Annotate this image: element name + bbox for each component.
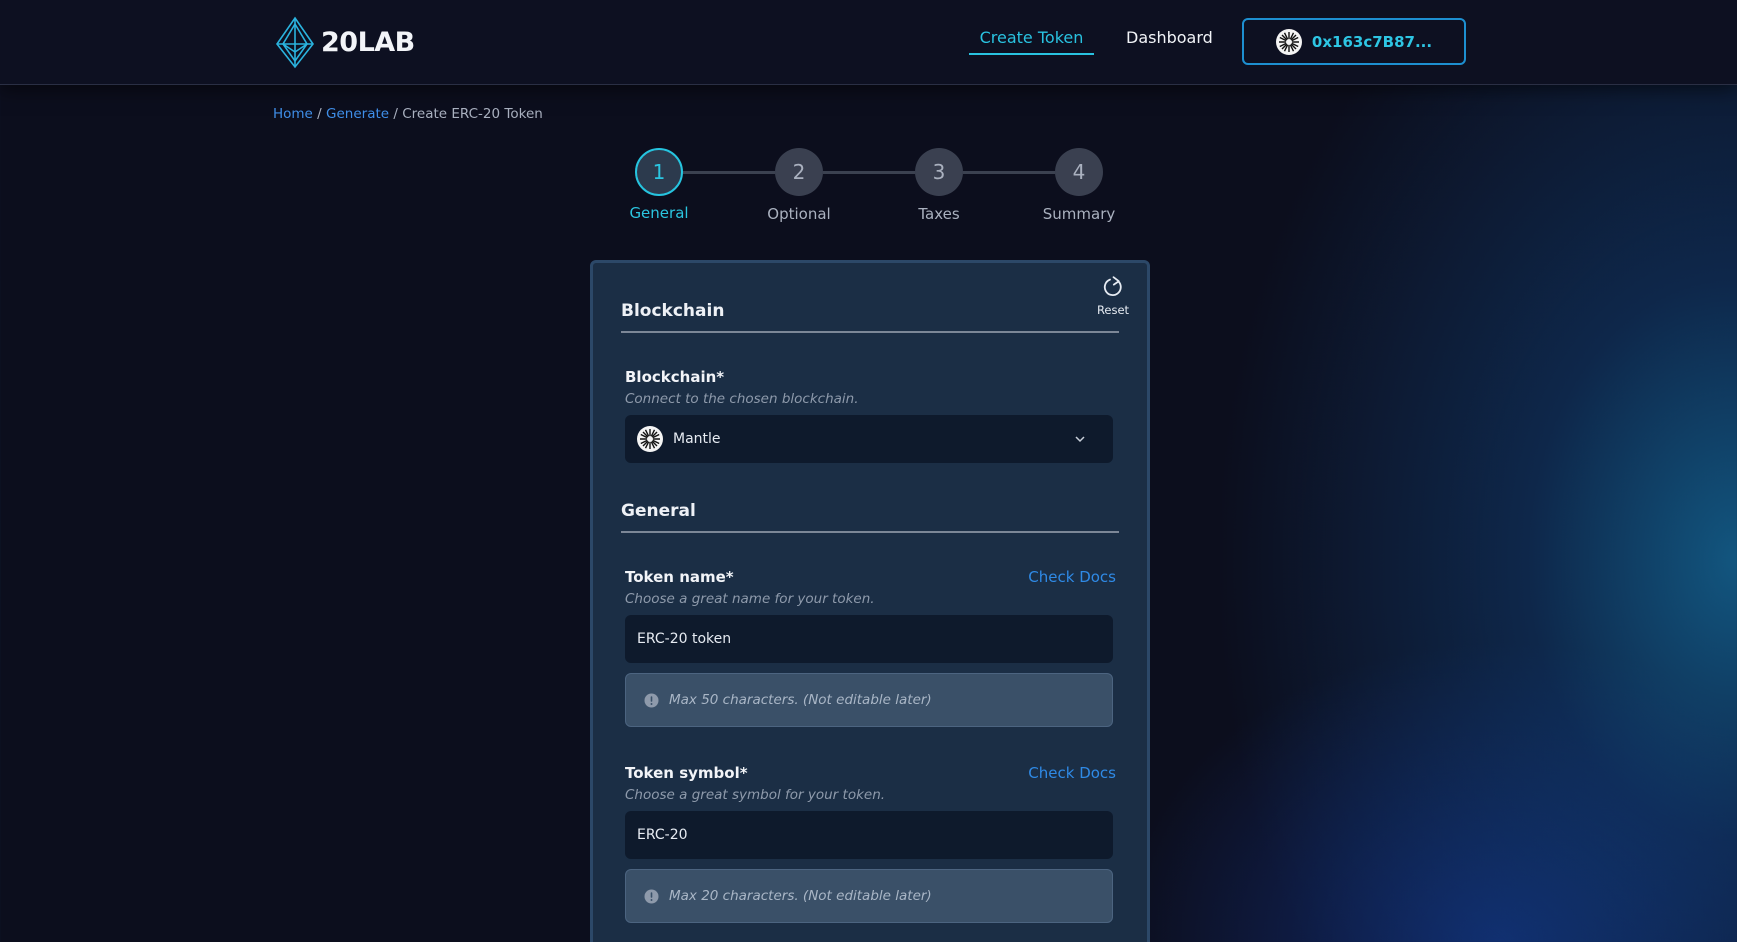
token-name-help: Choose a great name for your token. [625, 591, 875, 607]
breadcrumb-generate[interactable]: Generate [326, 106, 389, 122]
token-symbol-help: Choose a great symbol for your token. [625, 787, 886, 803]
nav-create-token[interactable]: Create Token [969, 28, 1094, 55]
logo-icon [276, 16, 314, 69]
token-symbol-label: Token symbol* [625, 764, 748, 782]
token-symbol-check-docs-link[interactable]: Check Docs [1028, 764, 1116, 782]
step-optional[interactable]: 2 Optional [749, 148, 849, 223]
wallet-address: 0x163c7B87... [1311, 32, 1433, 51]
mantle-chain-icon [1275, 28, 1302, 55]
reset-icon [1103, 276, 1122, 296]
blockchain-select[interactable]: Mantle [625, 415, 1113, 463]
mantle-chain-icon [637, 426, 663, 452]
token-form-card: Reset Blockchain Blockchain* Connect to … [590, 260, 1150, 942]
token-symbol-note-text: Max 20 characters. (Not editable later) [669, 888, 932, 904]
step-number: 3 [915, 148, 963, 196]
breadcrumb-separator: / [393, 106, 398, 122]
nav-dashboard[interactable]: Dashboard [1126, 28, 1213, 47]
blockchain-selected-value: Mantle [673, 431, 721, 447]
blockchain-help: Connect to the chosen blockchain. [625, 391, 859, 407]
logo-text: 20LAB [321, 27, 415, 58]
wallet-button[interactable]: 0x163c7B87... [1242, 18, 1466, 65]
breadcrumb-current: Create ERC-20 Token [402, 106, 543, 122]
section-title-general: General [621, 501, 1119, 533]
step-label: Optional [767, 205, 831, 223]
info-icon [644, 693, 659, 707]
step-label: Taxes [918, 205, 960, 223]
step-progress: 1 General 2 Optional 3 Taxes 4 Summary [620, 148, 1120, 228]
top-header: 20LAB Create Token Dashboard 0x163c7B87.… [0, 0, 1737, 85]
step-number: 2 [775, 148, 823, 196]
chevron-down-icon [1075, 436, 1085, 443]
step-general[interactable]: 1 General [609, 148, 709, 222]
breadcrumb-separator: / [317, 106, 322, 122]
token-name-note-text: Max 50 characters. (Not editable later) [669, 692, 932, 708]
logo[interactable]: 20LAB [273, 16, 415, 69]
token-symbol-input[interactable]: ERC-20 [625, 811, 1113, 859]
step-summary[interactable]: 4 Summary [1029, 148, 1129, 223]
step-label: General [629, 204, 689, 222]
section-title-blockchain: Blockchain [621, 301, 1119, 333]
token-name-label: Token name* [625, 568, 734, 586]
step-number: 1 [635, 148, 683, 196]
step-number: 4 [1055, 148, 1103, 196]
breadcrumb-home[interactable]: Home [273, 106, 313, 122]
token-symbol-note: Max 20 characters. (Not editable later) [625, 869, 1113, 923]
token-name-check-docs-link[interactable]: Check Docs [1028, 568, 1116, 586]
breadcrumb: Home / Generate / Create ERC-20 Token [273, 106, 543, 122]
blockchain-label: Blockchain* [625, 368, 725, 386]
info-icon [644, 889, 659, 903]
token-name-input[interactable]: ERC-20 token [625, 615, 1113, 663]
token-name-note: Max 50 characters. (Not editable later) [625, 673, 1113, 727]
step-taxes[interactable]: 3 Taxes [889, 148, 989, 223]
step-label: Summary [1042, 205, 1116, 223]
